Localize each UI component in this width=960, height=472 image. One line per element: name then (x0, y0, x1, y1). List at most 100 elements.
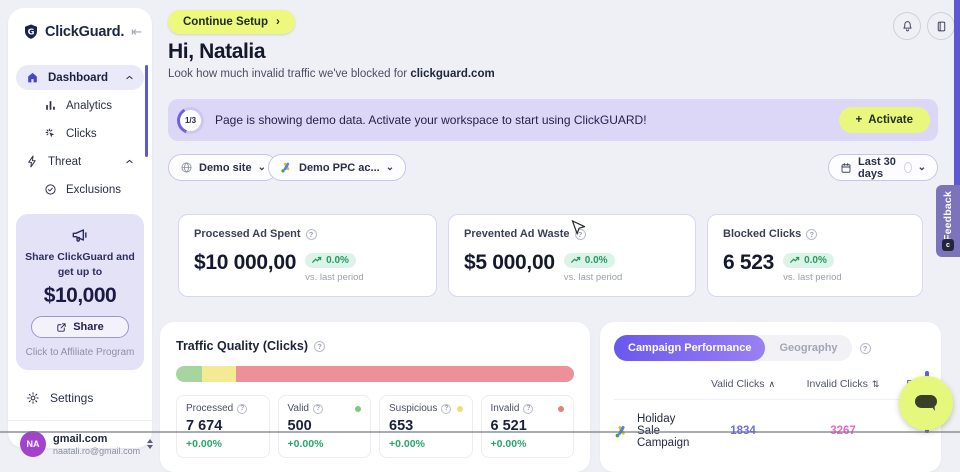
lightning-icon (26, 155, 39, 168)
continue-setup-button[interactable]: Continue Setup › (168, 10, 295, 34)
site-filter-dropdown[interactable]: Demo site ⌄ (168, 154, 278, 181)
invalid-dot-icon (558, 406, 564, 412)
sidebar-item-exclusions[interactable]: Exclusions (16, 177, 144, 202)
stat-label: Processed Ad Spent (194, 228, 301, 240)
banner-message: Page is showing demo data. Activate your… (215, 113, 647, 127)
feedback-label: Feedback (942, 191, 954, 241)
ppc-account-filter-dropdown[interactable]: Demo PPC ac... ⌄ (268, 154, 406, 181)
stat-label: Blocked Clicks (723, 228, 801, 240)
sidebar-item-label: Threat (48, 156, 81, 168)
site-filter-value: Demo site (199, 162, 252, 174)
stat-card-processed-ad-spent: Processed Ad Spent ? $10 000,00 0.0% vs.… (178, 214, 437, 297)
activate-button[interactable]: + Activate (839, 107, 930, 133)
info-icon[interactable]: ? (313, 404, 323, 414)
setup-progress-step: 1/3 (180, 110, 201, 131)
sidebar-item-label: Exclusions (66, 184, 121, 196)
trend-badge: 0.0% (564, 253, 615, 268)
sidebar-scrollbar[interactable] (145, 65, 148, 157)
workspace-domain: clickguard.com (410, 68, 494, 80)
share-button-label: Share (73, 321, 104, 333)
sort-asc-icon: ∧ (768, 379, 775, 390)
stat-value: $5 000,00 (464, 251, 555, 275)
svg-text:G: G (28, 27, 35, 37)
account-email: naatali.ro@gmail.com (53, 446, 140, 456)
info-icon[interactable]: ? (523, 404, 533, 414)
sidebar-nav: Dashboard Analytics Clicks Threat (8, 65, 152, 202)
sidebar-item-dashboard[interactable]: Dashboard (16, 65, 144, 90)
page-subtitle: Look how much invalid traffic we've bloc… (168, 68, 495, 80)
tab-campaign-performance[interactable]: Campaign Performance (614, 335, 765, 361)
chat-widget-button[interactable] (899, 376, 953, 430)
globe-icon (180, 161, 193, 174)
column-valid-clicks[interactable]: Valid Clicks∧ (695, 378, 791, 390)
notifications-button[interactable] (893, 12, 921, 40)
account-name: gmail.com (53, 433, 140, 445)
info-icon[interactable]: ? (441, 404, 451, 414)
gear-icon (26, 391, 40, 405)
trend-up-icon (571, 256, 581, 264)
metric-change: +0.00% (389, 438, 463, 450)
campaign-performance-panel: Campaign Performance Geography ? Valid C… (600, 322, 941, 472)
metric-card-invalid: Invalid? 6 521 +0.00% (481, 395, 575, 458)
sidebar-item-settings[interactable]: Settings (8, 391, 152, 405)
bar-segment-suspicious (202, 366, 236, 382)
vs-last-period: vs. last period (564, 272, 623, 283)
traffic-quality-title: Traffic Quality (Clicks) (176, 339, 308, 353)
tab-geography[interactable]: Geography (765, 335, 851, 361)
column-invalid-clicks[interactable]: Invalid Clicks⇅ (791, 378, 895, 390)
ppc-account-filter-value: Demo PPC ac... (299, 162, 380, 174)
check-circle-icon (44, 183, 57, 196)
clock-icon (904, 162, 911, 173)
page-title: Hi, Natalia (168, 40, 265, 64)
sidebar-item-analytics[interactable]: Analytics (16, 93, 144, 118)
sidebar-item-threat[interactable]: Threat (16, 149, 144, 174)
chevron-right-icon: › (276, 16, 280, 28)
date-range-dropdown[interactable]: Last 30 days ⌄ (828, 154, 938, 181)
chevron-updown-icon (147, 439, 153, 449)
metric-card-processed: Processed? 7 674 +0.00% (176, 395, 270, 458)
megaphone-icon (23, 225, 137, 245)
continue-setup-label: Continue Setup (183, 16, 268, 28)
metric-card-suspicious: Suspicious? 653 +0.00% (379, 395, 473, 458)
info-icon[interactable]: ? (575, 229, 586, 240)
date-range-value: Last 30 days (858, 156, 898, 180)
share-button[interactable]: Share (31, 316, 129, 338)
trend-badge: 0.0% (783, 253, 834, 268)
metric-change: +0.00% (288, 438, 362, 450)
plus-icon: + (856, 114, 863, 126)
panel-tabs: Campaign Performance Geography (614, 335, 852, 361)
speech-bubble-icon (913, 392, 939, 414)
sidebar-item-clicks[interactable]: Clicks (16, 121, 144, 146)
stat-value: $10 000,00 (194, 251, 296, 275)
trend-badge: 0.0% (305, 253, 356, 268)
docs-button[interactable] (927, 12, 955, 40)
promo-text-line2: get up to (23, 265, 137, 280)
sidebar-item-label: Clicks (66, 128, 97, 140)
info-icon[interactable]: ? (306, 229, 317, 240)
info-icon[interactable]: ? (860, 343, 871, 354)
demo-data-banner: 1/3 Page is showing demo data. Activate … (168, 99, 938, 141)
affiliate-promo-card[interactable]: Share ClickGuard and get up to $10,000 S… (16, 214, 144, 370)
traffic-quality-panel: Traffic Quality (Clicks) ? Processed? 7 … (160, 322, 590, 472)
feedback-tab[interactable]: Feedback c (936, 185, 960, 257)
suspicious-dot-icon (457, 406, 463, 412)
bar-chart-icon (44, 99, 57, 112)
logo: G ClickGuard. ⇤ (8, 8, 152, 41)
info-icon[interactable]: ? (237, 404, 247, 414)
valid-dot-icon (355, 406, 361, 412)
affiliate-link-text[interactable]: Click to Affiliate Program (23, 347, 137, 358)
stat-card-prevented-ad-waste: Prevented Ad Waste ? $5 000,00 0.0% vs. … (448, 214, 696, 297)
info-icon[interactable]: ? (806, 229, 817, 240)
chevron-down-icon: ⌄ (386, 162, 394, 173)
page-scrollbar[interactable] (954, 0, 960, 198)
sidebar-item-label: Analytics (66, 100, 112, 112)
metric-change: +0.00% (186, 438, 260, 450)
metric-card-valid: Valid? 500 +0.00% (278, 395, 372, 458)
table-header: Valid Clicks∧ Invalid Clicks⇅ Bl (614, 378, 927, 390)
info-icon[interactable]: ? (314, 341, 325, 352)
collapse-sidebar-icon[interactable]: ⇤ (131, 24, 142, 40)
clickguard-shield-icon: G (22, 23, 40, 41)
account-switcher[interactable]: NA gmail.com naatali.ro@gmail.com (8, 421, 152, 457)
bar-segment-invalid (236, 366, 574, 382)
stat-label: Prevented Ad Waste (464, 228, 570, 240)
